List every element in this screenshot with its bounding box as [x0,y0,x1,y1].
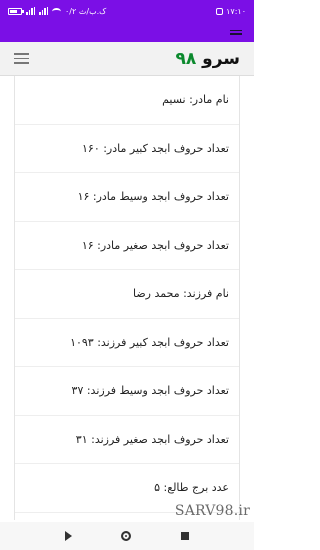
result-mother-abjad-kabir: تعداد حروف ابجد کبیر مادر: ۱۶۰ [15,125,239,173]
browser-menu-icon[interactable] [230,29,242,35]
nav-home-icon[interactable] [121,531,132,541]
wifi-icon [52,7,61,15]
status-right-group: ۱۷:۱۰ [216,7,246,16]
system-nav-bar [0,522,254,550]
status-time: ۱۷:۱۰ [226,6,246,16]
result-child-abjad-kabir: تعداد حروف ابجد کبیر فرزند: ۱۰۹۳ [15,319,239,367]
result-mother-abjad-saghir: تعداد حروف ابجد صغیر مادر: ۱۶ [15,222,239,270]
logo-number: ۹۸ [175,48,197,69]
site-header: سرو ۹۸ [0,42,254,76]
logo-word: سرو [202,48,240,69]
results-list: نام مادر: نسیم تعداد حروف ابجد کبیر مادر… [15,76,239,513]
battery-icon [8,7,24,15]
result-child-abjad-saghir: تعداد حروف ابجد صغیر فرزند: ۳۱ [15,416,239,464]
site-logo[interactable]: سرو ۹۸ [175,49,240,69]
result-child-abjad-vasit: تعداد حروف ابجد وسیط فرزند: ۳۷ [15,367,239,416]
results-panel: نام مادر: نسیم تعداد حروف ابجد کبیر مادر… [14,76,240,520]
status-left-group: ۰/۲ ک.ب/ث [8,7,106,16]
nav-recent-icon[interactable] [181,532,190,540]
result-mother-name: نام مادر: نسیم [15,76,239,125]
status-bar: ۰/۲ ک.ب/ث ۱۷:۱۰ [0,0,254,22]
signal-icon-2 [39,7,48,15]
hamburger-menu-icon[interactable] [14,53,29,64]
result-child-name: نام فرزند: محمد رضا [15,270,239,319]
nav-back-icon[interactable] [64,531,72,541]
signal-icon [26,7,35,15]
app-notification-icon [216,7,224,15]
network-speed: ۰/۲ ک.ب/ث [65,6,107,16]
watermark: SARV98.ir [174,503,250,519]
browser-toolbar [0,22,254,42]
result-mother-abjad-vasit: تعداد حروف ابجد وسیط مادر: ۱۶ [15,173,239,222]
